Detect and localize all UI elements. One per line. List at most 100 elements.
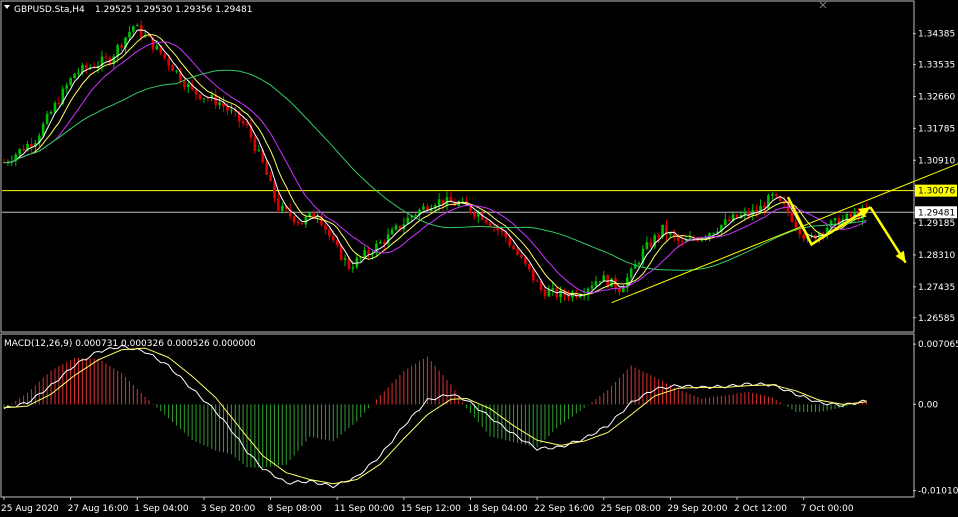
candle-body <box>218 102 221 105</box>
candle-body <box>422 206 425 210</box>
candle-body <box>547 289 551 297</box>
candle-body <box>849 214 853 217</box>
candle-body <box>171 65 174 72</box>
candle-body <box>18 148 21 155</box>
price-tick-label: 1.29185 <box>918 219 955 229</box>
candle-body <box>590 285 594 289</box>
candle-body <box>598 281 602 283</box>
candle-body <box>128 31 131 38</box>
candle-body <box>712 232 715 234</box>
time-tick-label: 15 Sep 12:00 <box>401 504 461 514</box>
macd-tick-label: 0.00 <box>918 400 938 410</box>
candle-body <box>527 263 531 270</box>
candle-body <box>543 289 547 297</box>
candle-body <box>477 213 480 217</box>
time-tick-label: 25 Aug 2020 <box>1 504 59 514</box>
candle-body <box>771 193 774 196</box>
candle-body <box>296 222 300 224</box>
candle-body <box>618 288 621 293</box>
candle-body <box>312 212 315 218</box>
candle-body <box>73 73 76 79</box>
candle-body <box>281 205 284 211</box>
candle-body <box>41 123 45 136</box>
time-tick-label: 8 Sep 08:00 <box>268 504 323 514</box>
candle-body <box>645 242 649 249</box>
candle-body <box>45 113 49 124</box>
candle-body <box>230 110 233 112</box>
candle-body <box>833 217 837 221</box>
candle-body <box>120 45 123 48</box>
price-tick-label: 1.26585 <box>918 314 955 324</box>
candle-body <box>277 198 280 211</box>
macd-title: MACD(12,26,9) 0.000731 0.000326 0.000526… <box>4 339 256 349</box>
candle-body <box>802 234 805 240</box>
candle-body <box>69 78 72 86</box>
symbol-label: GBPUSD.Sta,H4 <box>14 5 85 15</box>
candle-body <box>382 241 386 245</box>
candle-body <box>637 263 641 265</box>
candle-body <box>657 235 660 237</box>
candle-body <box>535 280 539 282</box>
candle-body <box>135 25 139 27</box>
macd-tick-label: 0.007065 <box>918 340 958 350</box>
candle-body <box>167 58 170 66</box>
time-tick-label: 1 Sep 04:00 <box>134 504 189 514</box>
time-tick-label: 2 Oct 12:00 <box>734 504 787 514</box>
candle-body <box>57 103 61 105</box>
candle-body <box>531 269 535 281</box>
candle-body <box>602 275 606 282</box>
candle-body <box>186 83 190 88</box>
candle-body <box>331 236 335 241</box>
candle-body <box>524 257 527 264</box>
candle-body <box>77 72 80 74</box>
candle-body <box>241 121 245 124</box>
candle-body <box>680 240 684 242</box>
candle-body <box>300 222 304 225</box>
price-tick-label: 1.30910 <box>918 156 955 166</box>
candle-body <box>253 137 257 151</box>
candle-body <box>500 230 504 232</box>
candle-body <box>790 211 794 222</box>
ohlc-values: 1.29525 1.29530 1.29356 1.29481 <box>95 5 252 15</box>
candle-body <box>139 25 143 37</box>
candle-body <box>594 281 598 286</box>
candle-body <box>473 212 476 217</box>
macd-tick-label: -0.010105 <box>918 487 958 497</box>
candle-body <box>351 267 355 269</box>
candle-body <box>794 221 798 228</box>
level-price-label: 1.30076 <box>918 187 955 197</box>
time-tick-label: 11 Sep 00:00 <box>334 504 394 514</box>
candle-body <box>727 219 731 221</box>
candle-body <box>206 98 210 100</box>
candle-body <box>85 64 88 69</box>
candle-body <box>508 237 511 246</box>
candle-body <box>245 123 249 126</box>
candle-body <box>30 144 33 147</box>
candle-body <box>367 250 370 255</box>
time-tick-label: 29 Sep 20:00 <box>667 504 727 514</box>
candle-body <box>567 295 570 298</box>
candle-body <box>578 296 582 298</box>
candle-body <box>622 287 625 293</box>
candle-body <box>226 106 229 111</box>
candle-body <box>328 229 331 237</box>
candle-body <box>669 232 672 235</box>
candle-body <box>273 181 276 199</box>
candle-body <box>257 149 261 151</box>
time-tick-label: 18 Sep 04:00 <box>467 504 527 514</box>
candle-body <box>265 162 268 175</box>
trading-chart[interactable]: 1.34385 1.33535 1.32660 1.31785 1.30910 1.300… <box>0 0 958 517</box>
candle-body <box>324 224 327 230</box>
candle-body <box>551 288 555 290</box>
candle-body <box>520 254 523 258</box>
candle-body <box>414 214 417 216</box>
candle-body <box>132 26 135 32</box>
candle-body <box>629 268 633 278</box>
candle-body <box>735 214 739 218</box>
candle-body <box>202 98 206 100</box>
candle-body <box>488 222 492 227</box>
candle-body <box>379 241 382 244</box>
candle-body <box>49 112 53 114</box>
time-tick-label: 7 Oct 00:00 <box>801 504 854 514</box>
candle-body <box>723 219 727 226</box>
